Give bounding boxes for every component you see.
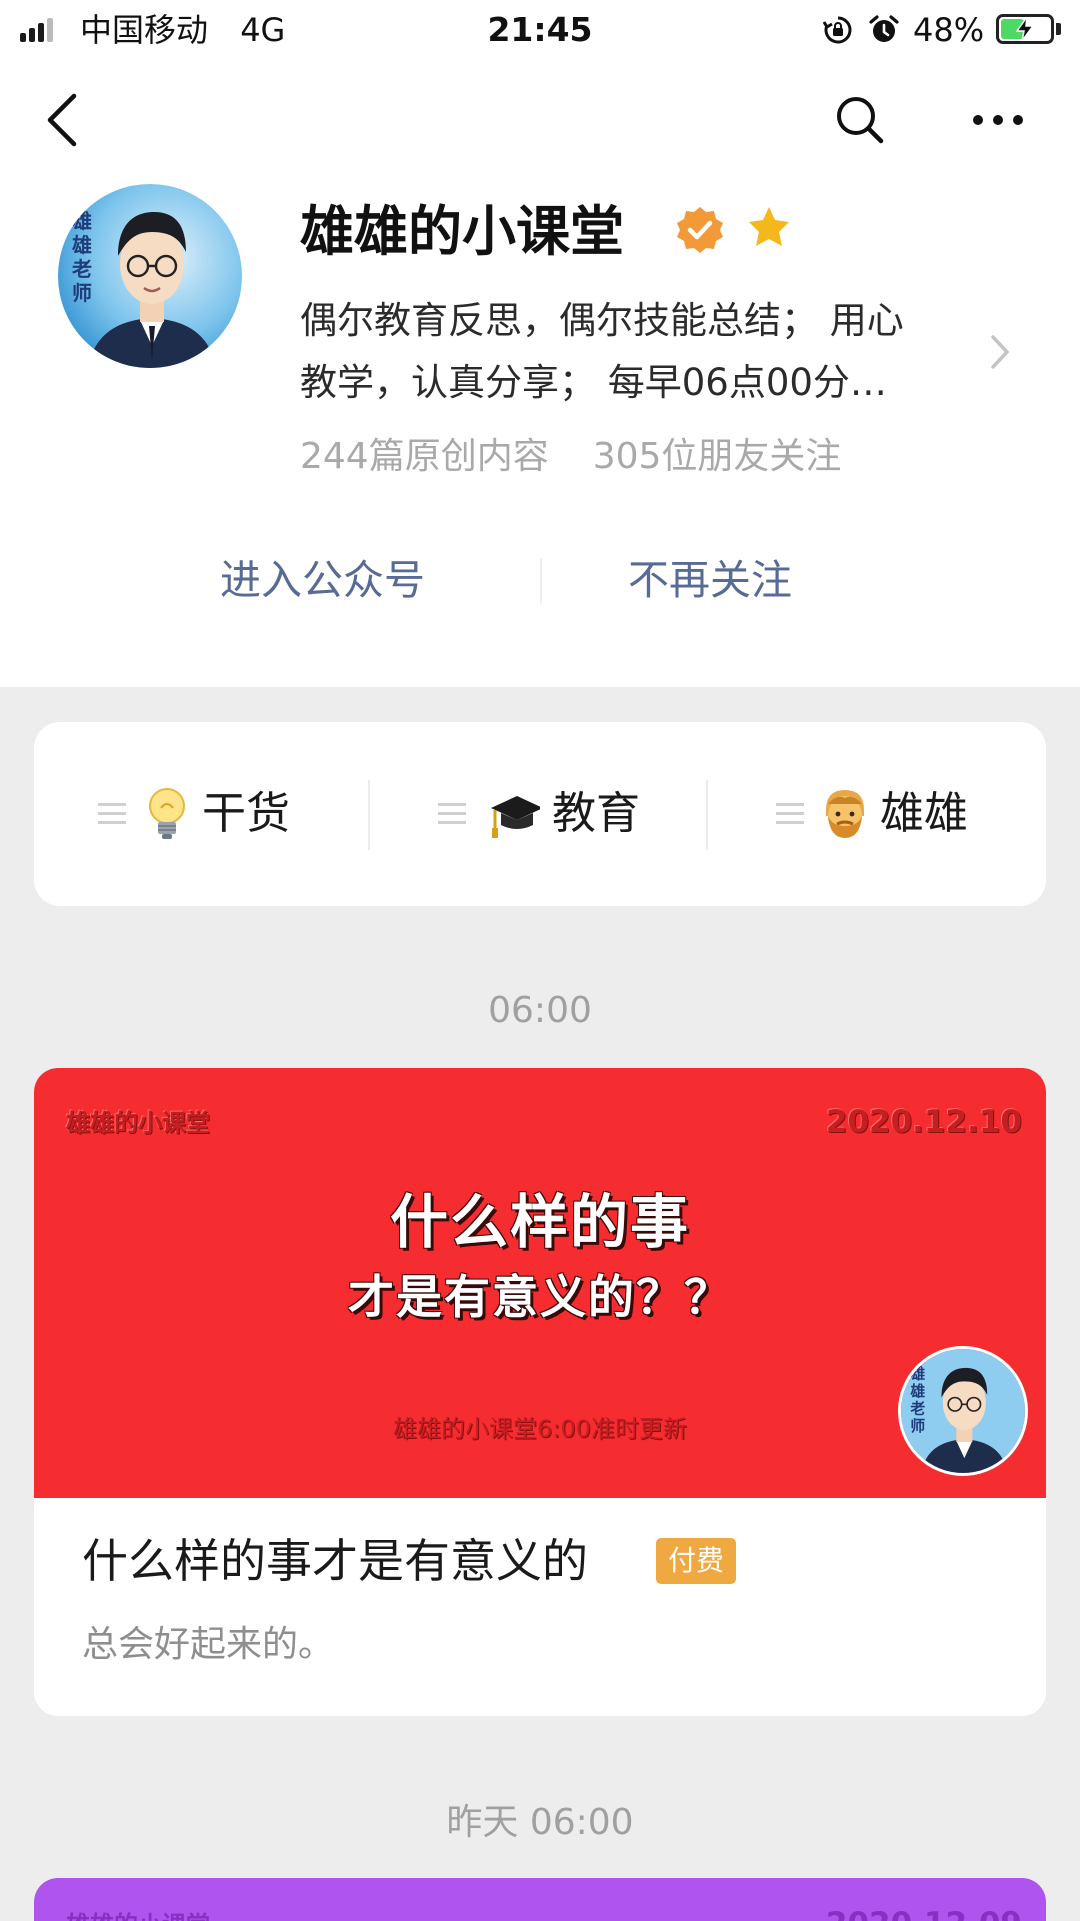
svg-text:雄: 雄 bbox=[71, 233, 92, 257]
article-title: 什么样的事才是有意义的 bbox=[82, 1534, 588, 1588]
battery-percent: 48% bbox=[913, 11, 985, 49]
cover-title-line-1: 什么样的事 bbox=[389, 1188, 690, 1256]
orientation-lock-icon bbox=[822, 16, 852, 44]
lightbulb-icon bbox=[149, 788, 185, 839]
menu-item-ganhuo[interactable]: 干货 bbox=[98, 722, 290, 906]
feed-timestamp: 昨天 06:00 bbox=[446, 1802, 634, 1843]
graduation-cap-icon bbox=[491, 796, 540, 838]
menu-list-icon bbox=[776, 803, 804, 825]
divider bbox=[706, 780, 708, 850]
divider bbox=[368, 780, 370, 850]
svg-text:雄: 雄 bbox=[71, 209, 92, 233]
cover-subtitle: 雄雄的小课堂6:00准时更新 bbox=[393, 1415, 687, 1443]
original-articles-count: 244篇原创内容 bbox=[300, 436, 549, 477]
alarm-icon bbox=[869, 15, 899, 42]
article-cover-image: 雄雄的小课堂 2020.12.10 什么样的事 才是有意义的？？ 雄雄的小课堂6… bbox=[34, 1068, 1046, 1498]
profile-header: 中国移动 4G 21:45 48% 雄 雄 老 师 雄雄的小课堂 偶尔教育反思，… bbox=[0, 0, 1080, 687]
account-name: 雄雄的小课堂 bbox=[300, 200, 624, 263]
bearded-man-icon bbox=[826, 790, 864, 838]
followers-count: 305位朋友关注 bbox=[592, 436, 842, 477]
cover-date-label: 2020.12.09 bbox=[826, 1902, 1022, 1921]
svg-text:雄: 雄 bbox=[909, 1382, 925, 1400]
article-card[interactable]: 雄雄的小课堂 2020.12.09 bbox=[34, 1878, 1046, 1921]
description-line-1: 偶尔教育反思，偶尔技能总结； 用心 bbox=[300, 299, 904, 342]
menu-label: 教育 bbox=[552, 788, 640, 839]
svg-text:老: 老 bbox=[72, 257, 92, 281]
avatar-label: 雄 雄 老 师 bbox=[71, 209, 92, 305]
menu-list-icon bbox=[438, 803, 466, 825]
svg-text:老: 老 bbox=[909, 1400, 925, 1418]
search-icon[interactable] bbox=[834, 94, 886, 146]
cover-brand-label: 雄雄的小课堂 bbox=[66, 1908, 210, 1921]
cover-brand-label: 雄雄的小课堂 bbox=[66, 1109, 210, 1137]
chevron-left-icon[interactable] bbox=[40, 92, 84, 148]
unfollow-button[interactable]: 不再关注 bbox=[628, 548, 792, 612]
account-stats: 244篇原创内容 305位朋友关注 bbox=[300, 432, 841, 482]
menu-item-xiongxiong[interactable]: 雄雄 bbox=[776, 722, 968, 906]
divider bbox=[540, 558, 542, 604]
article-digest: 总会好起来的。 bbox=[82, 1624, 335, 1665]
profile-actions: 进入公众号 不再关注 bbox=[0, 548, 1080, 612]
paid-badge: 付费 bbox=[656, 1538, 736, 1584]
battery-charging-icon bbox=[996, 14, 1054, 44]
account-description[interactable]: 偶尔教育反思，偶尔技能总结； 用心 教学，认真分享； 每早06点00分… bbox=[300, 290, 980, 414]
article-card[interactable]: 雄雄的小课堂 2020.12.10 什么样的事 才是有意义的？？ 雄雄的小课堂6… bbox=[34, 1068, 1046, 1716]
avatar[interactable]: 雄 雄 老 师 bbox=[58, 184, 242, 368]
chevron-right-icon[interactable] bbox=[988, 332, 1012, 372]
menu-item-jiaoyu[interactable]: 教育 bbox=[438, 722, 640, 906]
svg-text:雄: 雄 bbox=[909, 1365, 925, 1383]
cover-title-line-2: 才是有意义的？？ bbox=[348, 1270, 732, 1324]
description-line-2: 教学，认真分享； 每早06点00分… bbox=[300, 361, 887, 404]
verified-badge-icon bbox=[677, 207, 723, 253]
svg-text:师: 师 bbox=[72, 281, 92, 305]
account-menu-bar: 干货 教育 雄雄 bbox=[34, 722, 1046, 906]
star-icon bbox=[749, 207, 789, 246]
cover-date-label: 2020.12.10 bbox=[825, 1104, 1022, 1140]
menu-list-icon bbox=[98, 803, 126, 825]
menu-label: 雄雄 bbox=[880, 788, 968, 839]
status-bar: 中国移动 4G 21:45 48% bbox=[0, 0, 1080, 60]
svg-text:师: 师 bbox=[910, 1417, 925, 1435]
official-account-profile-page: 中国移动 4G 21:45 48% 雄 雄 老 师 雄雄的小课堂 偶尔教育反思，… bbox=[0, 0, 1080, 1921]
feed-timestamp: 06:00 bbox=[488, 990, 592, 1031]
menu-label: 干货 bbox=[202, 788, 290, 839]
enter-account-button[interactable]: 进入公众号 bbox=[220, 548, 425, 612]
more-dots-icon[interactable] bbox=[970, 108, 1026, 132]
cover-avatar: 雄雄 老师 bbox=[898, 1346, 1028, 1476]
